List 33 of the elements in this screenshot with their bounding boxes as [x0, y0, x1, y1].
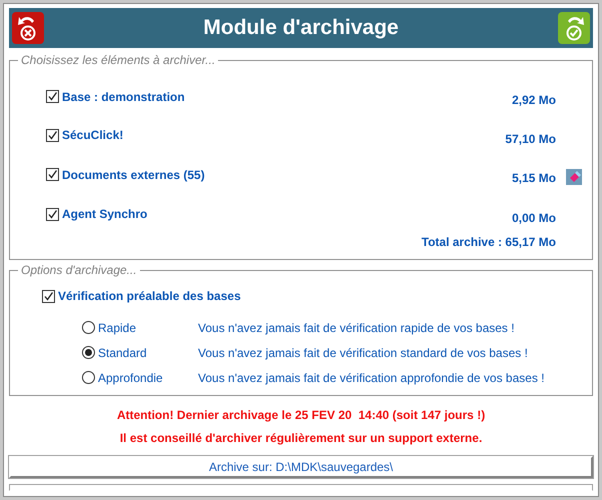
radio-label: Rapide	[98, 320, 138, 334]
item-label: Documents externes (55)	[62, 168, 205, 182]
checkbox[interactable]	[46, 90, 59, 103]
group-legend: Choisissez les éléments à archiver...	[18, 53, 218, 67]
radio-button[interactable]	[82, 371, 95, 384]
confirm-button[interactable]	[558, 12, 590, 44]
checkbox[interactable]	[46, 128, 59, 142]
radio-button[interactable]	[82, 321, 95, 334]
checkbox[interactable]	[46, 168, 59, 181]
eraser-icon[interactable]	[566, 168, 582, 184]
size-value: 57,10 Mo	[504, 132, 556, 146]
radio-button[interactable]	[82, 346, 95, 359]
item-label: SécuClick!	[62, 128, 124, 142]
checkbox-label: Vérification préalable des bases	[58, 289, 241, 303]
checkbox[interactable]	[42, 290, 55, 302]
total-size: Total archive : 65,17 Mo	[422, 235, 556, 249]
warning-text: Attention! Dernier archivage le 25 FEV 20 14:40 (soit 147 jours !)	[116, 408, 486, 423]
status-message: Vous n'avez jamais fait de vérification rapide de vos bases !	[198, 320, 514, 334]
radio-label: Standard	[98, 346, 148, 360]
archive-path-button[interactable]: Archive sur: D:\MDK\sauvegardes\	[9, 456, 593, 478]
cancel-button[interactable]	[12, 12, 44, 44]
size-value: 5,15 Mo	[510, 171, 556, 185]
size-value: 0,00 Mo	[510, 210, 556, 224]
item-label: Base : demonstration	[62, 90, 185, 104]
status-message: Vous n'avez jamais fait de vérification approfondie de vos bases !	[198, 370, 544, 384]
warning-text: Il est conseillé d'archiver régulièrement sur un support externe.	[120, 431, 482, 446]
group-legend: Options d'archivage...	[18, 263, 140, 277]
size-value: 2,92 Mo	[510, 93, 556, 107]
radio-label: Approfondie	[98, 370, 164, 384]
status-message: Vous n'avez jamais fait de vérification standard de vos bases !	[198, 346, 528, 360]
checkbox[interactable]	[46, 208, 59, 220]
item-label: Agent Synchro	[62, 207, 148, 221]
window-title: Module d'archivage	[203, 16, 399, 40]
